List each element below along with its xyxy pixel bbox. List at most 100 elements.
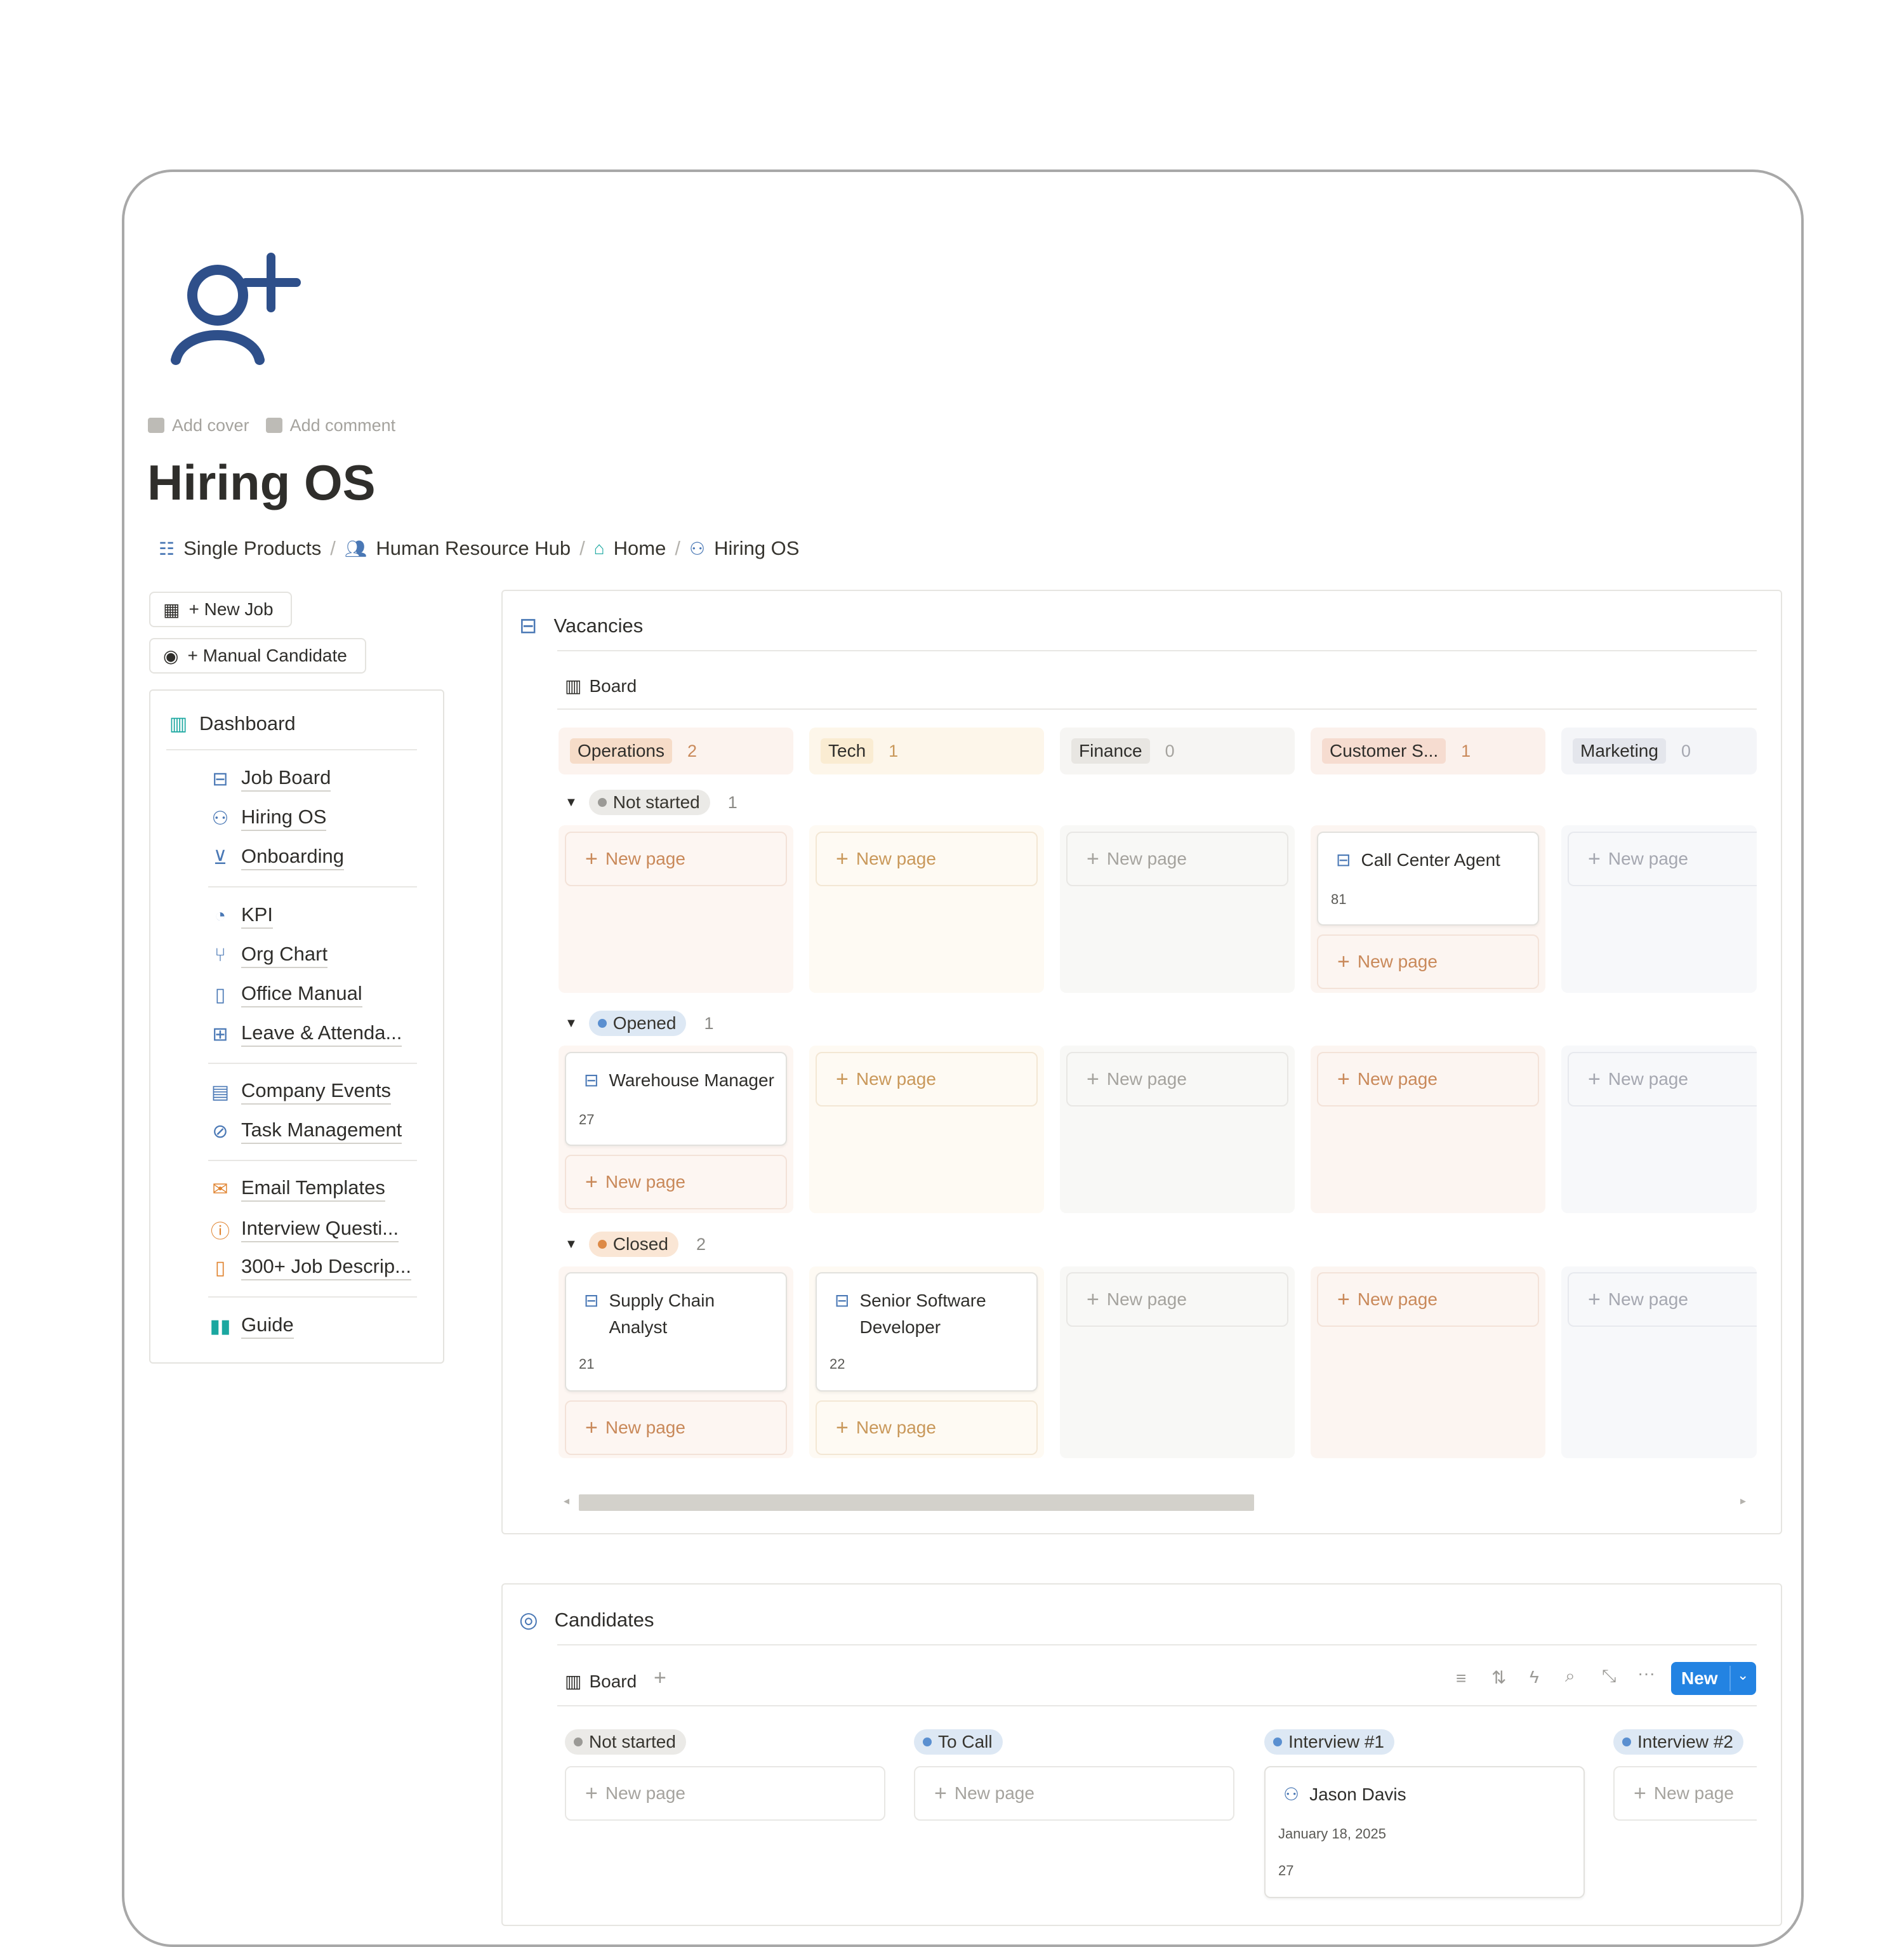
new-page-button[interactable]: + New page (1317, 1272, 1539, 1327)
more-icon[interactable]: ··· (1637, 1663, 1655, 1684)
user-circle-icon: ◎ (519, 1608, 538, 1632)
column-customer-service[interactable]: Customer S... 1 (1311, 728, 1545, 774)
comment-icon (265, 418, 282, 433)
sidebar-item-interview-questions[interactable]: ⓘ Interview Questi... (208, 1216, 399, 1244)
vacancies-title[interactable]: ⊟ Vacancies (519, 613, 643, 639)
column-not-started[interactable]: Not started (565, 1729, 686, 1755)
home-icon: ⌂ (593, 538, 605, 558)
sidebar-item-office-manual[interactable]: ▯ Office Manual (208, 982, 362, 1007)
sidebar-item-leave-attendance[interactable]: ⊞ Leave & Attenda... (208, 1021, 402, 1047)
sidebar-item-task-management[interactable]: ⊘ Task Management (208, 1119, 402, 1144)
column-operations[interactable]: Operations 2 (559, 728, 793, 774)
sidebar-header-dashboard[interactable]: ▥ Dashboard (166, 712, 296, 735)
lightning-icon[interactable]: ϟ (1530, 1667, 1539, 1687)
board-icon: ▥ (565, 1671, 582, 1691)
vacancy-card[interactable]: ⊟ Senior Software Developer 22 (816, 1272, 1038, 1392)
new-page-button[interactable]: + New page (816, 1400, 1038, 1455)
calendar-icon: ⊞ (212, 1023, 228, 1045)
vacancy-card[interactable]: ⊟ Supply Chain Analyst 21 (565, 1272, 787, 1392)
group-not-started[interactable]: ▼ Not started 1 (565, 790, 737, 815)
envelope-icon: ✉ (212, 1178, 228, 1200)
candidate-card[interactable]: ⚇ Jason Davis January 18, 2025 27 (1264, 1766, 1585, 1898)
column-interview-1[interactable]: Interview #1 (1264, 1729, 1394, 1755)
sidebar-item-kpi[interactable]: ◔ KPI (208, 903, 273, 929)
manual-candidate-button[interactable]: ◉ + Manual Candidate (149, 638, 366, 674)
column-tech[interactable]: Tech 1 (809, 728, 1044, 774)
new-page-button[interactable]: + New page (1317, 934, 1539, 989)
person-plus-icon[interactable] (168, 251, 301, 378)
book-icon: ▯ (215, 1257, 226, 1279)
new-page-button[interactable]: + New page (1317, 1052, 1539, 1106)
group-closed[interactable]: ▼ Closed 2 (565, 1232, 706, 1257)
column-interview-2[interactable]: Interview #2 (1613, 1729, 1743, 1755)
breadcrumb-separator: / (579, 537, 585, 559)
new-button[interactable]: New ⌄ (1671, 1662, 1756, 1695)
vacancy-card[interactable]: ⊟ Warehouse Manager 27 (565, 1052, 787, 1146)
filter-icon[interactable]: ≡ (1456, 1668, 1466, 1689)
breadcrumb-item[interactable]: Single Products (183, 537, 321, 560)
divider (557, 1705, 1757, 1706)
search-icon[interactable]: ⌕ (1565, 1666, 1575, 1687)
breadcrumb-item[interactable]: Human Resource Hub (376, 537, 571, 560)
new-page-button[interactable]: + New page (565, 1766, 885, 1821)
sidebar-item-job-descriptions[interactable]: ▯ 300+ Job Descrip... (208, 1255, 411, 1280)
status-dot (574, 1738, 583, 1746)
view-tab-board[interactable]: ▥ Board (565, 675, 637, 696)
scroll-left-arrow[interactable]: ◂ (564, 1494, 569, 1508)
layout-icon: ▥ (169, 713, 188, 734)
new-page-button[interactable]: + New page (816, 1052, 1038, 1106)
add-cover-button[interactable]: Add cover (148, 416, 249, 435)
scroll-right-arrow[interactable]: ▸ (1740, 1494, 1746, 1508)
plus-icon: + (836, 1416, 849, 1440)
new-page-button[interactable]: + New page (565, 1155, 787, 1209)
chevron-down-icon[interactable]: ⌄ (1737, 1667, 1749, 1684)
sidebar-item-job-board[interactable]: ⊟ Job Board (208, 766, 331, 792)
candidates-title[interactable]: ◎ Candidates (519, 1607, 654, 1633)
person-plus-icon: ⚇ (689, 538, 706, 559)
people-icon: 👥︎ (344, 538, 367, 559)
briefcase-icon: ⊟ (1336, 850, 1351, 870)
new-page-button[interactable]: + New page (914, 1766, 1234, 1821)
breadcrumb-item[interactable]: Home (614, 537, 666, 560)
plus-icon: + (934, 1781, 947, 1805)
new-page-button[interactable]: + New page (1613, 1766, 1757, 1821)
column-to-call[interactable]: To Call (914, 1729, 1003, 1755)
sidebar-item-company-events[interactable]: ▤ Company Events (208, 1079, 392, 1105)
check-circle-icon: ⊘ (212, 1120, 228, 1142)
add-comment-button[interactable]: Add comment (265, 416, 395, 435)
vacancy-card[interactable]: ⊟ Call Center Agent 81 (1317, 832, 1539, 926)
plus-icon: + (1634, 1781, 1646, 1805)
new-page-button[interactable]: + New page (1568, 832, 1757, 886)
plus-icon: + (585, 1781, 598, 1805)
breadcrumb-item[interactable]: Hiring OS (714, 537, 799, 560)
new-page-button[interactable]: + New page (1066, 1272, 1288, 1327)
plus-icon: + (585, 1170, 598, 1194)
image-icon (148, 418, 164, 433)
status-dot (923, 1738, 932, 1746)
new-page-button[interactable]: + New page (565, 832, 787, 886)
sort-icon[interactable]: ⇅ (1491, 1667, 1506, 1688)
new-page-button[interactable]: + New page (816, 832, 1038, 886)
add-view-button[interactable]: + (654, 1666, 666, 1691)
sidebar-divider (166, 749, 417, 750)
sidebar-item-onboarding[interactable]: ⊻ Onboarding (208, 845, 345, 870)
button-separator (1729, 1666, 1731, 1691)
new-page-button[interactable]: + New page (1568, 1052, 1757, 1106)
horizontal-scrollbar[interactable] (579, 1494, 1254, 1511)
view-tab-board[interactable]: ▥ Board (565, 1671, 637, 1692)
new-page-button[interactable]: + New page (1066, 832, 1288, 886)
column-finance[interactable]: Finance 0 (1060, 728, 1295, 774)
sidebar-item-email-templates[interactable]: ✉ Email Templates (208, 1176, 385, 1202)
column-marketing[interactable]: Marketing 0 (1561, 728, 1757, 774)
new-page-button[interactable]: + New page (565, 1400, 787, 1455)
new-page-button[interactable]: + New page (1568, 1272, 1757, 1327)
plus-icon: + (836, 847, 849, 871)
sidebar-item-org-chart[interactable]: ⑂ Org Chart (208, 943, 328, 968)
group-opened[interactable]: ▼ Opened 1 (565, 1011, 713, 1036)
new-job-button[interactable]: ▦ + New Job (149, 592, 292, 627)
expand-icon[interactable]: ⤡ (1602, 1666, 1616, 1687)
sidebar-divider (208, 1160, 417, 1161)
sidebar-item-guide[interactable]: ▮▮ Guide (208, 1313, 294, 1339)
new-page-button[interactable]: + New page (1066, 1052, 1288, 1106)
sidebar-item-hiring-os[interactable]: ⚇ Hiring OS (208, 806, 327, 831)
